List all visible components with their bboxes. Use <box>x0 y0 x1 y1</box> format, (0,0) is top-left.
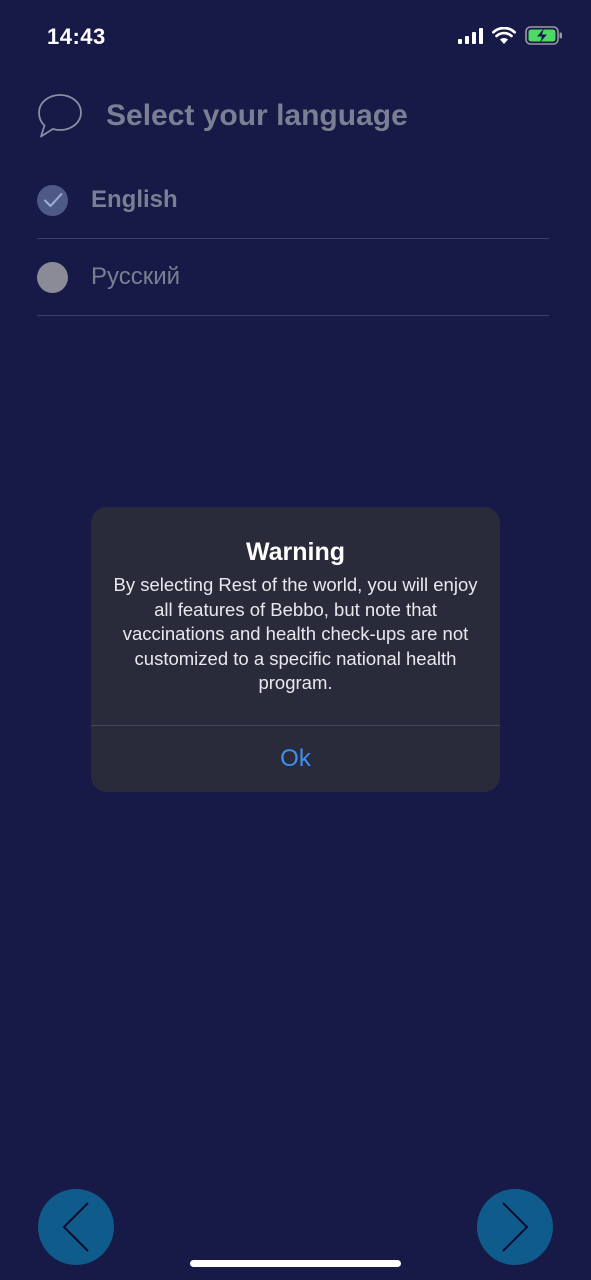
chevron-right-icon <box>502 1202 529 1252</box>
previous-button[interactable] <box>38 1189 114 1265</box>
ok-button[interactable]: Ok <box>91 726 500 792</box>
home-indicator <box>190 1260 401 1267</box>
dialog-message: By selecting Rest of the world, you will… <box>113 574 478 693</box>
next-button[interactable] <box>477 1189 553 1265</box>
dialog-title: Warning <box>245 538 346 566</box>
chevron-left-icon <box>62 1202 89 1252</box>
warning-dialog: Warning By selecting Rest of the world, … <box>91 507 500 792</box>
